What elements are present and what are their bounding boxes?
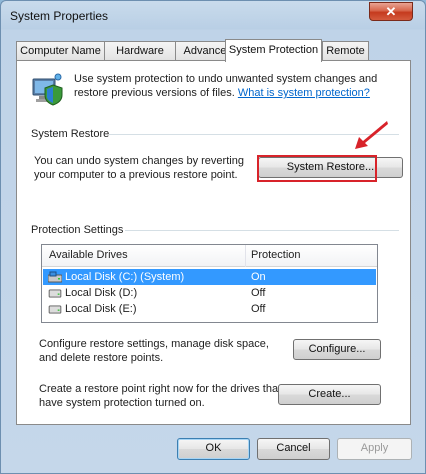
ok-button[interactable]: OK xyxy=(177,438,250,460)
drives-list-header: Available Drives Protection xyxy=(42,245,377,267)
close-icon: ✕ xyxy=(385,4,397,19)
system-protection-icon xyxy=(32,73,63,106)
system-drive-icon xyxy=(48,271,62,283)
cancel-button[interactable]: Cancel xyxy=(257,438,330,460)
close-button[interactable]: ✕ xyxy=(369,2,413,21)
drive-protection-status: On xyxy=(251,271,266,283)
what-is-system-protection-link[interactable]: What is system protection? xyxy=(238,87,370,99)
system-restore-description: You can undo system changes by reverting… xyxy=(34,155,244,181)
drive-protection-status: Off xyxy=(251,303,266,315)
system-restore-button[interactable]: System Restore... xyxy=(258,157,403,178)
drive-row-e[interactable]: Local Disk (E:) Off xyxy=(43,301,376,317)
tab-system-protection[interactable]: System Protection xyxy=(225,39,322,62)
configure-button[interactable]: Configure... xyxy=(293,339,381,360)
drive-name: Local Disk (D:) xyxy=(65,287,138,299)
drive-protection-status: Off xyxy=(251,287,266,299)
drive-icon xyxy=(48,305,62,314)
column-available-drives[interactable]: Available Drives xyxy=(49,249,128,261)
window-title: System Properties xyxy=(10,9,109,23)
tab-remote[interactable]: Remote xyxy=(322,41,369,61)
title-bar[interactable]: System Properties ✕ xyxy=(1,1,425,31)
protection-settings-divider xyxy=(125,230,399,231)
protection-settings-group-label: Protection Settings xyxy=(31,224,124,236)
intro-text: Use system protection to undo unwanted s… xyxy=(74,73,378,99)
drives-list[interactable]: Available Drives Protection Local Disk (… xyxy=(41,244,378,323)
create-description: Create a restore point right now for the… xyxy=(39,383,282,409)
column-separator xyxy=(245,245,246,267)
tab-hardware[interactable]: Hardware xyxy=(104,41,176,61)
drive-name: Local Disk (C:) (System) xyxy=(65,271,185,283)
apply-button[interactable]: Apply xyxy=(337,438,412,460)
arrow-pointer-icon xyxy=(355,121,388,149)
drive-icon xyxy=(48,289,62,298)
drive-name: Local Disk (E:) xyxy=(65,303,137,315)
create-button[interactable]: Create... xyxy=(278,384,381,405)
system-restore-group-label: System Restore xyxy=(31,128,110,140)
tab-computer-name[interactable]: Computer Name xyxy=(16,41,105,61)
column-protection[interactable]: Protection xyxy=(251,249,301,261)
system-protection-panel: Use system protection to undo unwanted s… xyxy=(16,60,411,425)
drive-row-c[interactable]: Local Disk (C:) (System) On xyxy=(43,269,376,285)
system-properties-window: System Properties ✕ Computer Name Hardwa… xyxy=(0,0,426,474)
configure-description: Configure restore settings, manage disk … xyxy=(39,338,269,364)
drive-row-d[interactable]: Local Disk (D:) Off xyxy=(43,285,376,301)
